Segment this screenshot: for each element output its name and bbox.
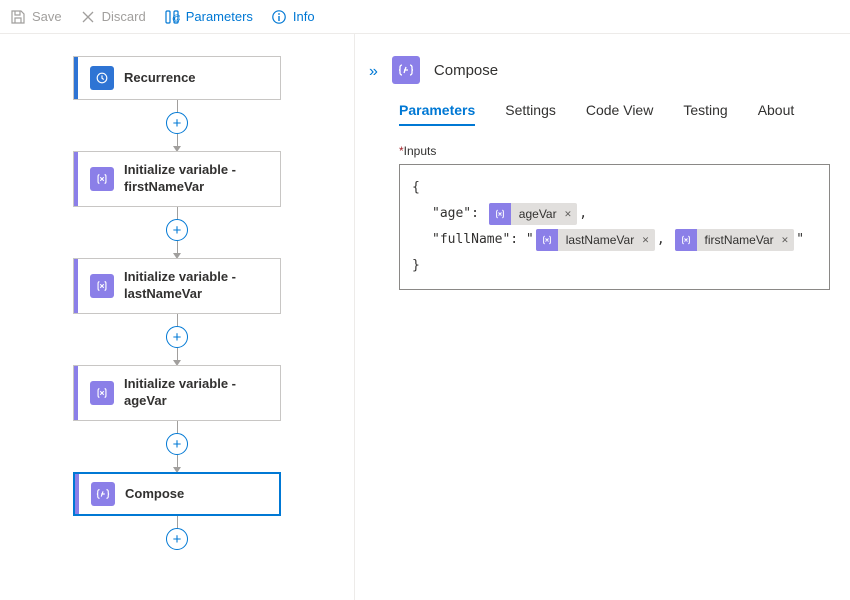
step-label: Initialize variable - firstNameVar	[124, 162, 270, 196]
add-step-button[interactable]: +	[166, 219, 188, 241]
add-step-button[interactable]: +	[166, 433, 188, 455]
toolbar: Save Discard @ Parameters Info	[0, 0, 850, 34]
token-lastNameVar[interactable]: lastNameVar✕	[536, 229, 655, 251]
tab-parameters[interactable]: Parameters	[399, 102, 475, 126]
token-ageVar[interactable]: ageVar✕	[489, 203, 577, 225]
details-panel: » Compose Parameters Settings Code View Tes…	[355, 34, 850, 600]
connector: +	[166, 314, 188, 365]
token-remove[interactable]: ✕	[782, 229, 795, 251]
tab-about[interactable]: About	[758, 102, 795, 126]
info-icon	[271, 9, 287, 25]
card-stripe	[74, 57, 78, 99]
compose-icon	[392, 56, 420, 84]
add-step-button[interactable]: +	[166, 528, 188, 550]
discard-button[interactable]: Discard	[80, 9, 146, 25]
flow-step[interactable]: Initialize variable - firstNameVar	[73, 151, 281, 207]
flow-step[interactable]: Compose	[73, 472, 281, 516]
card-stripe	[74, 259, 78, 313]
token-firstNameVar[interactable]: firstNameVar✕	[675, 229, 795, 251]
json-line-age: "age": ageVar✕,	[412, 201, 817, 227]
clock-icon	[90, 66, 114, 90]
variable-icon	[489, 203, 511, 225]
json-close: }	[412, 253, 817, 279]
flow-step[interactable]: Initialize variable - ageVar	[73, 365, 281, 421]
fx-icon	[90, 274, 114, 298]
fx-icon	[90, 167, 114, 191]
tab-code-view[interactable]: Code View	[586, 102, 653, 126]
panel-title: Compose	[434, 62, 498, 79]
collapse-chevron-icon[interactable]: »	[369, 63, 378, 81]
discard-icon	[80, 9, 96, 25]
flow-canvas: Recurrence + Initialize variable - firstNa…	[0, 34, 355, 600]
compose-icon	[91, 482, 115, 506]
tab-testing[interactable]: Testing	[683, 102, 727, 126]
parameters-label: Parameters	[186, 9, 253, 24]
card-stripe	[74, 152, 78, 206]
connector: +	[166, 207, 188, 258]
connector: +	[166, 516, 188, 550]
panel-tabs: Parameters Settings Code View Testing About	[369, 102, 830, 126]
step-label: Compose	[125, 486, 184, 503]
add-step-button[interactable]: +	[166, 326, 188, 348]
add-step-button[interactable]: +	[166, 112, 188, 134]
svg-text:@: @	[172, 13, 180, 23]
info-label: Info	[293, 9, 315, 24]
tab-settings[interactable]: Settings	[505, 102, 556, 126]
discard-label: Discard	[102, 9, 146, 24]
flow-step[interactable]: Initialize variable - lastNameVar	[73, 258, 281, 314]
card-stripe	[75, 474, 79, 514]
card-stripe	[74, 366, 78, 420]
info-button[interactable]: Info	[271, 9, 315, 25]
fx-icon	[90, 381, 114, 405]
token-remove[interactable]: ✕	[565, 203, 578, 225]
connector: +	[166, 100, 188, 151]
save-icon	[10, 9, 26, 25]
variable-icon	[675, 229, 697, 251]
step-label: Initialize variable - lastNameVar	[124, 269, 270, 303]
connector: +	[166, 421, 188, 472]
step-label: Initialize variable - ageVar	[124, 376, 270, 410]
parameters-icon: @	[164, 9, 180, 25]
save-button[interactable]: Save	[10, 9, 62, 25]
step-label: Recurrence	[124, 70, 196, 87]
inputs-editor[interactable]: { "age": ageVar✕, "fullName": "lastNameV…	[399, 164, 830, 290]
flow-step[interactable]: Recurrence	[73, 56, 281, 100]
save-label: Save	[32, 9, 62, 24]
token-remove[interactable]: ✕	[642, 229, 655, 251]
variable-icon	[536, 229, 558, 251]
json-line-fullname: "fullName": "lastNameVar✕, firstNameVar✕…	[412, 227, 817, 253]
json-open: {	[412, 175, 817, 201]
inputs-field-label: *Inputs	[369, 144, 830, 158]
parameters-button[interactable]: @ Parameters	[164, 9, 253, 25]
